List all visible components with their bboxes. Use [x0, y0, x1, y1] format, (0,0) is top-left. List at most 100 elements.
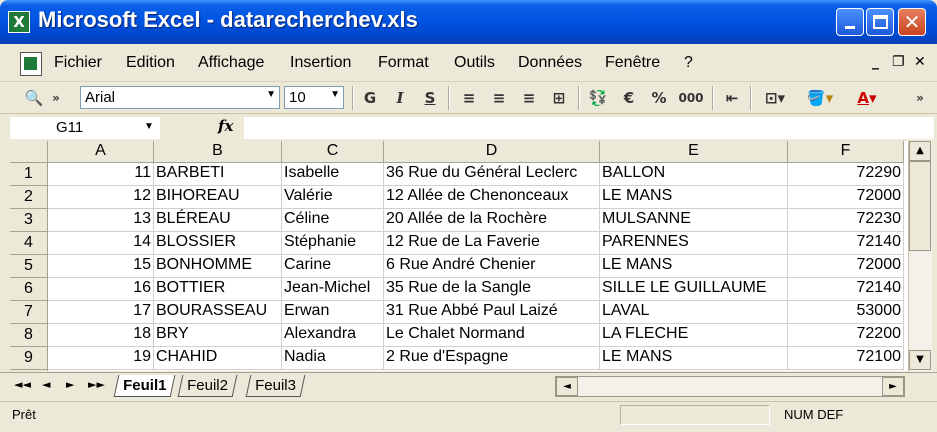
table-cell[interactable]: LA FLECHE	[600, 324, 788, 347]
table-cell[interactable]: 18	[48, 324, 154, 347]
table-cell[interactable]: 6 Rue André Chenier	[384, 255, 600, 278]
font-name-select[interactable]: Arial ▼	[80, 86, 280, 109]
first-sheet-icon[interactable]: ◄◄	[14, 378, 31, 391]
menu-format[interactable]: Format	[378, 54, 429, 72]
toolbar-overflow-icon[interactable]: »	[50, 88, 62, 108]
row-header[interactable]: 8	[10, 324, 48, 347]
doc-minimize-icon[interactable]: _	[872, 54, 879, 70]
insert-function-icon[interactable]: fx	[218, 117, 233, 135]
column-header-f[interactable]: F	[788, 141, 904, 163]
menu-affichage[interactable]: Affichage	[198, 54, 264, 72]
column-header-b[interactable]: B	[154, 141, 282, 163]
row-header[interactable]	[10, 370, 48, 371]
align-right-icon[interactable]: ≡	[518, 88, 540, 108]
table-cell[interactable]: BIHOREAU	[154, 186, 282, 209]
table-cell[interactable]: BONHOMME	[154, 255, 282, 278]
column-header-d[interactable]: D	[384, 141, 600, 163]
table-cell[interactable]: BALLON	[600, 163, 788, 186]
table-cell[interactable]: LE MANS	[600, 255, 788, 278]
table-cell[interactable]: 35 Rue de la Sangle	[384, 278, 600, 301]
table-cell[interactable]: 72230	[788, 209, 904, 232]
table-cell[interactable]: 17	[48, 301, 154, 324]
table-cell[interactable]: 16	[48, 278, 154, 301]
table-cell[interactable]: 2 Rue d'Espagne	[384, 347, 600, 370]
table-cell[interactable]: 19	[48, 347, 154, 370]
row-header[interactable]: 5	[10, 255, 48, 278]
table-cell[interactable]: Carine	[282, 255, 384, 278]
font-color-icon[interactable]: A▾	[846, 88, 888, 108]
column-header-a[interactable]: A	[48, 141, 154, 163]
decrease-indent-icon[interactable]: ⇤	[720, 88, 744, 108]
vertical-scrollbar[interactable]: ▲ ▼	[908, 141, 932, 372]
table-cell[interactable]: Jean-Michel	[282, 278, 384, 301]
table-cell[interactable]: 72200	[788, 324, 904, 347]
row-header[interactable]: 1	[10, 163, 48, 186]
menu-donnees[interactable]: Données	[518, 54, 582, 72]
table-cell[interactable]: 20 Allée de la Rochère	[384, 209, 600, 232]
table-cell[interactable]: 72000	[788, 255, 904, 278]
table-cell[interactable]: 14	[48, 232, 154, 255]
minimize-button[interactable]	[836, 8, 864, 36]
row-header[interactable]: 4	[10, 232, 48, 255]
tab-feuil3[interactable]: Feuil3	[245, 375, 306, 397]
euro-icon[interactable]: €	[618, 88, 640, 108]
align-left-icon[interactable]: ≡	[458, 88, 480, 108]
table-cell[interactable]: Alexandra	[282, 324, 384, 347]
formula-input[interactable]	[244, 117, 934, 139]
table-cell[interactable]: 15	[48, 255, 154, 278]
fill-color-icon[interactable]: 🪣▾	[800, 88, 840, 108]
doc-close-icon[interactable]: ✕	[914, 54, 926, 70]
table-cell[interactable]: Le Chalet Normand	[384, 324, 600, 347]
table-cell[interactable]: 72100	[788, 347, 904, 370]
table-cell[interactable]: MULSANNE	[600, 209, 788, 232]
menu-fichier[interactable]: Fichier	[54, 54, 102, 72]
table-cell[interactable]: LE MANS	[600, 186, 788, 209]
row-header[interactable]: 3	[10, 209, 48, 232]
row-header[interactable]: 6	[10, 278, 48, 301]
table-cell[interactable]: BOTTIER	[154, 278, 282, 301]
percent-icon[interactable]: %	[648, 88, 670, 108]
table-cell[interactable]: 72140	[788, 278, 904, 301]
table-cell[interactable]: 31 Rue Abbé Paul Laizé	[384, 301, 600, 324]
menu-help[interactable]: ?	[684, 54, 693, 72]
select-all-corner[interactable]	[10, 141, 48, 163]
font-size-select[interactable]: 10 ▼	[284, 86, 344, 109]
table-cell[interactable]: 12	[48, 186, 154, 209]
tab-feuil1[interactable]: Feuil1	[113, 375, 176, 397]
spreadsheet-grid[interactable]: A B C D E F 1 11 BARBETI Isabelle 36 Rue du Généra…	[10, 141, 908, 371]
thousands-icon[interactable]: 000	[676, 88, 706, 108]
menu-insertion[interactable]: Insertion	[290, 54, 351, 72]
table-cell[interactable]: 53000	[788, 301, 904, 324]
bold-button[interactable]: G	[360, 88, 380, 108]
table-cell[interactable]: 36 Rue du Général Leclerc	[384, 163, 600, 186]
italic-button[interactable]: I	[390, 88, 410, 108]
table-cell[interactable]: SILLE LE GUILLAUME	[600, 278, 788, 301]
doc-restore-icon[interactable]: ❐	[892, 54, 905, 70]
scroll-down-icon[interactable]: ▼	[909, 350, 931, 370]
research-icon[interactable]: 🔍	[22, 88, 46, 108]
menu-fenetre[interactable]: Fenêtre	[605, 54, 660, 72]
table-cell[interactable]: 13	[48, 209, 154, 232]
table-cell[interactable]: Isabelle	[282, 163, 384, 186]
row-header[interactable]: 7	[10, 301, 48, 324]
table-cell[interactable]: Stéphanie	[282, 232, 384, 255]
table-cell[interactable]: 72290	[788, 163, 904, 186]
last-sheet-icon[interactable]: ►►	[88, 378, 105, 391]
next-sheet-icon[interactable]: ►	[66, 378, 74, 391]
table-cell[interactable]: CHAHID	[154, 347, 282, 370]
menu-edition[interactable]: Edition	[126, 54, 175, 72]
toolbar-overflow-icon[interactable]: »	[914, 88, 926, 108]
scroll-up-icon[interactable]: ▲	[909, 141, 931, 161]
currency-icon[interactable]: 💱	[586, 88, 610, 108]
table-cell[interactable]: 11	[48, 163, 154, 186]
table-cell[interactable]: 12 Rue de La Faverie	[384, 232, 600, 255]
center-icon[interactable]: ≡	[488, 88, 510, 108]
scroll-right-icon[interactable]: ►	[882, 377, 904, 396]
table-cell[interactable]: 72140	[788, 232, 904, 255]
table-cell[interactable]: BRY	[154, 324, 282, 347]
close-button[interactable]: ✕	[898, 8, 926, 36]
maximize-button[interactable]	[866, 8, 894, 36]
table-cell[interactable]: Erwan	[282, 301, 384, 324]
table-cell[interactable]: 72000	[788, 186, 904, 209]
table-cell[interactable]: BARBETI	[154, 163, 282, 186]
